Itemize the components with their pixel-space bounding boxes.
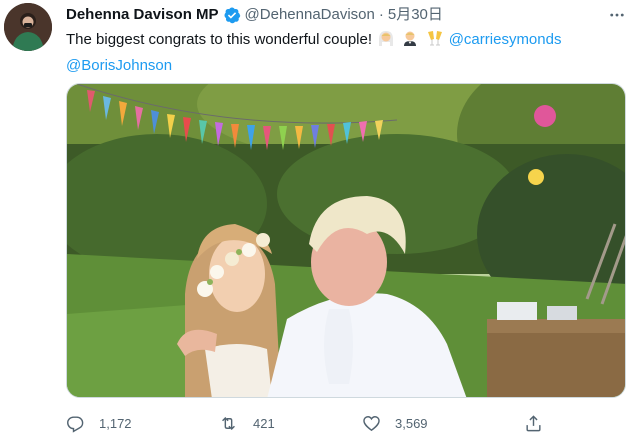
retweet-button[interactable]: 421	[218, 410, 275, 436]
clinking-glasses-emoji	[426, 29, 444, 54]
author-handle[interactable]: @DehennaDavison	[245, 5, 375, 25]
mention-carriesymonds[interactable]: @carriesymonds	[449, 31, 562, 48]
heart-icon	[362, 414, 381, 433]
bride-emoji	[377, 29, 395, 54]
reply-button[interactable]: 1,172	[66, 410, 132, 436]
author-display-name[interactable]: Dehenna Davison MP	[66, 5, 219, 25]
photo-illustration	[67, 84, 625, 397]
tweet-text-intro: The biggest congrats to this wonderful c…	[66, 31, 373, 48]
groom-emoji	[401, 29, 419, 54]
tweet-photo[interactable]	[66, 83, 626, 398]
reply-icon	[66, 414, 85, 433]
tweet-timestamp[interactable]: 5月30日	[388, 5, 443, 25]
like-button[interactable]: 3,569	[362, 410, 428, 436]
share-button[interactable]	[524, 410, 543, 436]
avatar[interactable]	[4, 3, 52, 51]
verified-badge-icon	[223, 6, 241, 24]
header-separator: ·	[378, 6, 384, 23]
share-icon	[524, 414, 543, 433]
like-count: 3,569	[395, 415, 428, 431]
reply-count: 1,172	[99, 415, 132, 431]
mention-borisjohnson[interactable]: @BorisJohnson	[66, 57, 172, 74]
retweet-icon	[218, 414, 239, 433]
tweet-header: Dehenna Davison MP @DehennaDavison · 5月3…	[66, 5, 443, 25]
tweet: Dehenna Davison MP @DehennaDavison · 5月3…	[0, 0, 640, 439]
tweet-text: The biggest congrats to this wonderful c…	[66, 28, 626, 77]
retweet-count: 421	[253, 415, 275, 431]
more-options-icon[interactable]	[606, 4, 628, 26]
tweet-actions: 1,172 421 3,569	[66, 410, 626, 436]
